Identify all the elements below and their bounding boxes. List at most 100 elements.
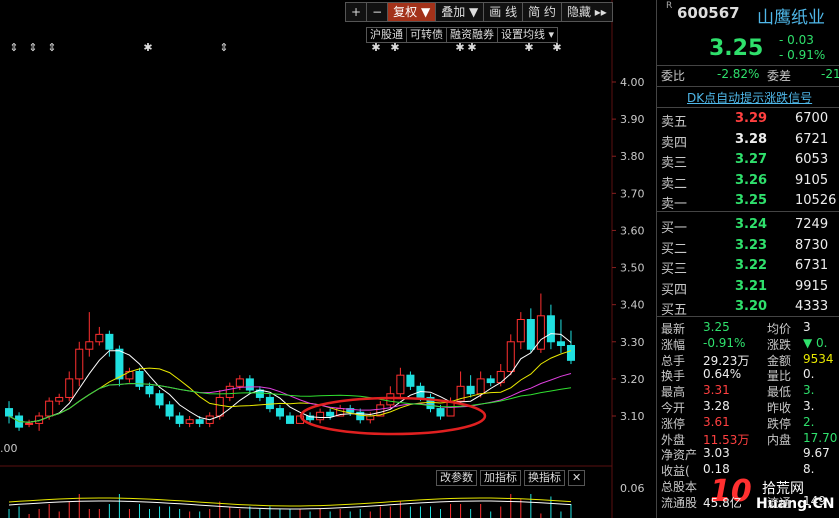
divider [657,107,839,108]
stat-row: 换手 0.64% 量比 0. [661,367,839,384]
bid-row[interactable]: 买四 3.21 9915 [661,279,839,298]
dk-signal-link[interactable]: DK点自动提示涨跌信号 [687,89,812,106]
ob-price: 3.21 [735,278,768,294]
ob-price: 3.22 [735,258,768,274]
stat-label: 金额 [767,353,792,368]
stat-label: 均价 [767,322,792,336]
bid-row[interactable]: 买五 3.20 4333 [661,299,839,318]
ask-row[interactable]: 卖四 3.28 6721 [661,132,839,151]
candle-down [326,411,335,417]
stat-value: 3.28 [703,399,730,413]
diejia-button[interactable]: 叠加 ▼ [435,2,485,22]
ob-price: 3.26 [735,172,768,188]
weibi-label: 委比 [661,69,686,83]
candle-up [316,411,325,421]
weicha-label: 委差 [767,69,792,83]
stat-label: 涨停 [661,416,686,431]
y-tick-label: 3.40 [620,299,645,312]
stat-row: 涨停 3.61 跌停 2. [661,415,839,432]
change-param-button[interactable]: 改参数 [436,470,477,486]
add-indicator-button[interactable]: 加指标 [480,470,521,486]
stat-label: 最高 [661,385,686,400]
chevron-down-icon: ▼ [469,5,479,19]
zoom-out-button[interactable]: − [366,2,389,22]
y-tick-label: 3.30 [620,336,645,349]
candle-down [265,396,274,410]
stat-row: 最高 3.31 最低 3. [661,383,839,400]
kline-chart[interactable]: 4.00 3.90 3.80 3.70 3.60 3.50 3.40 3.30 3.20 3.10… [0,0,655,518]
close-icon[interactable]: ✕ [568,470,586,486]
bid-row[interactable]: 买三 3.22 6731 [661,258,839,277]
candle-down [556,341,565,346]
stat-row: 今开 3.28 昨收 3. [661,399,839,416]
ask-row[interactable]: 卖五 3.29 6700 [661,111,839,130]
stat-row: 涨幅 -0.91% 涨跌 ▼ 0. [661,336,839,353]
candle-up [536,315,545,350]
draw-line-button[interactable]: 画 线 [483,2,524,22]
low-price-label: .00 [0,442,18,455]
ob-price: 3.20 [735,299,768,315]
price-change-pct: - 0.91% [779,48,826,62]
fuquan-button[interactable]: 复权 ▼ [387,2,437,22]
stat-value: -0.91% [703,335,746,350]
candle-down [175,415,184,424]
candle-down [436,408,445,417]
stat-value: 3. [803,383,815,398]
bid-row[interactable]: 买二 3.23 8730 [661,238,839,257]
candle-up [65,378,74,398]
ob-volume: 10526 [795,193,837,209]
ob-price: 3.24 [735,217,768,232]
stock-code: 600567 [677,4,740,22]
ask-row[interactable]: 卖三 3.27 6053 [661,152,839,171]
stat-value: 3.61 [703,414,730,429]
double-arrow-right-icon: ▸▸ [594,5,607,19]
stat-value: 45.8亿 [703,495,742,510]
zoom-in-button[interactable]: + [345,2,368,22]
y-tick-label: 3.20 [620,373,645,386]
stock-name[interactable]: 山鹰纸业 [757,3,825,28]
stat-row: 收益(0.18 8. [661,462,839,479]
kezhuanzhai-tag[interactable]: 可转债 [406,27,447,43]
bid-row[interactable]: 买一 3.24 7249 [661,217,839,236]
candle-up [476,378,485,395]
ob-volume: 9105 [795,172,829,188]
y-tick-label: 3.60 [620,224,645,237]
ob-price: 3.27 [735,152,768,168]
candle-up [506,341,515,372]
stat-value: 2. [803,414,815,429]
ob-label: 卖五 [661,115,688,130]
candle-up [215,396,224,417]
candle-down [546,315,555,343]
y-tick-label: 3.90 [620,113,645,126]
hide-label: 隐藏 [566,5,591,19]
set-ma-button[interactable]: 设置均线 ▾ [497,27,559,43]
ob-label: 买三 [661,262,688,278]
candle-down [526,319,535,350]
ob-label: 卖四 [661,135,688,151]
simple-mode-button[interactable]: 简 约 [522,2,562,22]
candle-up [85,341,94,350]
stat-row: 外盘 11.53万 内盘 17.70 [661,431,839,448]
stat-row: 流通股 45.8亿 流通 149 [661,494,839,511]
kline-chart-area[interactable]: 4.00 3.90 3.80 3.70 3.60 3.50 3.40 3.30 3.20 3.10… [0,0,655,518]
hugutong-tag[interactable]: 沪股通 [366,27,407,43]
ob-label: 买四 [661,282,688,298]
stat-label: 总手 [661,353,686,368]
candle-up [386,393,395,406]
switch-indicator-button[interactable]: 换指标 [524,470,565,486]
code-prefix: R [666,1,673,11]
ob-label: 买五 [661,303,688,319]
event-marker-icon: ⇕ [219,41,228,54]
rongzi-tag[interactable]: 融资融券 [446,27,498,43]
candle-up [185,419,194,424]
ask-row[interactable]: 卖二 3.26 9105 [661,173,839,192]
event-marker-icon: ⇕ [28,41,37,54]
hide-button[interactable]: 隐藏 ▸▸ [560,2,613,22]
y-tick-label: 3.50 [620,262,645,275]
ob-volume: 9915 [795,278,829,294]
y-tick-label: 4.00 [620,76,645,89]
candle-down [285,415,295,424]
stat-row: 最新 3.25 均价 3 [661,320,839,337]
ask-row[interactable]: 卖一 3.25 10526 [661,193,839,212]
diejia-label: 叠加 [441,5,466,19]
